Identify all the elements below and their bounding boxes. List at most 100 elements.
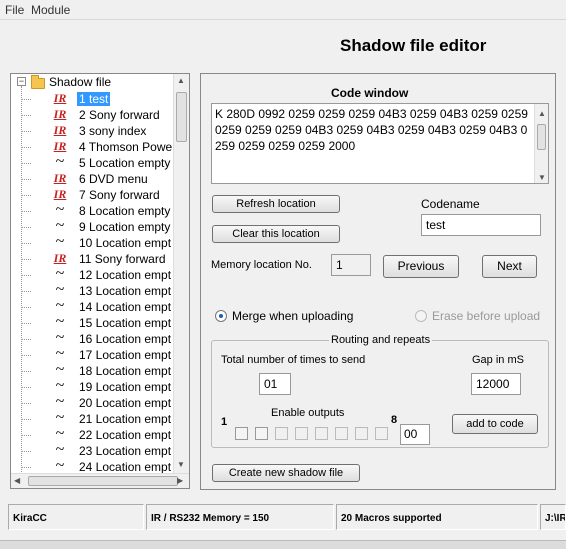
create-shadow-file-button[interactable]: Create new shadow file [212,464,360,482]
tree-item[interactable]: ~20 Location empt [21,394,189,411]
tree-item[interactable]: ~9 Location empty [21,218,189,235]
ir-code-icon: IR [53,107,67,121]
tree-item[interactable]: ~13 Location empt [21,282,189,299]
tree-item-label: 4 Thomson Powe [79,140,173,154]
collapse-icon[interactable]: − [17,77,26,86]
editor-panel: Code window K 280D 0992 0259 0259 0259 0… [200,73,556,490]
tree-item-label: 15 Location empt [79,316,172,330]
tree-horizontal-scrollbar[interactable]: ◀ ▶ [11,473,189,488]
previous-button[interactable]: Previous [383,255,459,278]
tree-connector [21,371,31,372]
memory-location-field: 1 [331,254,371,276]
output-checkbox-4[interactable] [295,427,308,440]
tree-connector [21,275,31,276]
gap-input[interactable]: 12000 [471,373,521,395]
empty-location-icon: ~ [55,153,65,170]
add-to-code-button[interactable]: add to code [452,414,538,434]
outputs-start-label: 1 [221,416,228,428]
output-checkbox-6[interactable] [335,427,348,440]
tree-item-label: 5 Location empty [79,156,171,170]
merge-radio[interactable] [215,310,227,322]
scrollbar-thumb[interactable] [28,476,178,486]
times-input[interactable]: 01 [259,373,291,395]
tree-item-label: 8 Location empty [79,204,171,218]
tree-item[interactable]: ~19 Location empt [21,378,189,395]
tree-item[interactable]: ~12 Location empt [21,266,189,283]
code-window-textarea[interactable]: K 280D 0992 0259 0259 0259 04B3 0259 04B… [211,103,549,184]
tree-item[interactable]: ~17 Location empt [21,346,189,363]
tree-item[interactable]: ~8 Location empty [21,202,189,219]
scroll-down-icon[interactable]: ▼ [177,460,185,469]
folder-icon [31,75,45,89]
clear-location-button[interactable]: Clear this location [212,225,340,243]
status-app: KiraCC [8,504,144,530]
tree-connector [21,115,31,116]
scrollbar-thumb[interactable] [537,124,546,150]
tree-item[interactable]: ~15 Location empt [21,314,189,331]
tree-connector [21,339,31,340]
tree-connector [21,163,31,164]
scroll-right-icon[interactable]: ▶ [177,476,183,485]
tree-item[interactable]: IR 3 sony index [21,123,189,139]
code-text: K 280D 0992 0259 0259 0259 04B3 0259 04B… [215,107,528,153]
window-bottom-edge [0,540,566,549]
tree-item[interactable]: IR 7 Sony forward [21,187,189,203]
outputs-end-label: 8 [391,414,398,426]
tree-connector [21,179,31,180]
tree-item-label: 10 Location empt [79,236,172,250]
tree-item-label: 17 Location empt [79,348,172,362]
menu-file[interactable]: File [5,3,24,17]
scroll-up-icon[interactable]: ▲ [177,76,185,85]
next-button[interactable]: Next [482,255,537,278]
tree-item[interactable]: ~10 Location empt [21,234,189,251]
tree-connector [21,355,31,356]
output-checkbox-1[interactable] [235,427,248,440]
tree-item-label: 14 Location empt [79,300,172,314]
tree-connector [21,435,31,436]
menu-module[interactable]: Module [31,3,70,17]
tree-item-label: 23 Location empt [79,444,172,458]
tree-item-label: 9 Location empty [79,220,171,234]
tree-item[interactable]: ~22 Location empt [21,426,189,443]
scroll-left-icon[interactable]: ◀ [14,476,20,485]
tree-item-label: 21 Location empt [79,412,172,426]
tree-item-label: 11 Sony forward [79,252,166,266]
tree-vertical-scrollbar[interactable]: ▲ ▼ [173,74,189,474]
tree-item[interactable]: ~18 Location empt [21,362,189,379]
tree-item[interactable]: ~5 Location empty [21,153,189,171]
tree-item[interactable]: IR 1 test [21,91,189,107]
output-checkbox-8[interactable] [375,427,388,440]
outputs-value-field[interactable]: 00 [400,424,430,445]
tree-item[interactable]: IR 4 Thomson Powe [21,139,189,155]
times-label: Total number of times to send [221,354,366,366]
scrollbar-thumb[interactable] [176,92,187,142]
tree-connector [21,467,31,468]
tree-item[interactable]: ~23 Location empt [21,442,189,459]
tree-item[interactable]: ~14 Location empt [21,298,189,315]
tree-item[interactable]: IR 2 Sony forward [21,107,189,123]
tree-item-label: 3 sony index [79,124,147,138]
tree-connector [21,195,31,196]
merge-label: Merge when uploading [232,309,354,323]
scroll-up-icon[interactable]: ▲ [538,106,546,122]
scroll-down-icon[interactable]: ▼ [538,170,546,183]
codename-input[interactable]: test [421,214,541,236]
tree-item[interactable]: ~16 Location empt [21,330,189,347]
output-checkbox-3[interactable] [275,427,288,440]
tree-item-label: 22 Location empt [79,428,172,442]
erase-radio[interactable] [415,310,427,322]
ir-code-icon: IR [53,91,67,105]
tree-connector [21,323,31,324]
code-scrollbar[interactable]: ▲ ▼ [534,104,548,183]
tree-item-label: 12 Location empt [79,268,172,282]
output-checkbox-2[interactable] [255,427,268,440]
tree-connector-line [21,86,22,474]
output-checkbox-7[interactable] [355,427,368,440]
tree-connector [21,243,31,244]
shadow-file-tree[interactable]: − Shadow file IR 1 test IR 2 Sony forward IR… [10,73,190,489]
output-checkbox-5[interactable] [315,427,328,440]
tree-item[interactable]: ~21 Location empt [21,410,189,427]
refresh-location-button[interactable]: Refresh location [212,195,340,213]
tree-item[interactable]: IR 6 DVD menu [21,171,189,187]
tree-item[interactable]: IR 11 Sony forward [21,251,189,267]
